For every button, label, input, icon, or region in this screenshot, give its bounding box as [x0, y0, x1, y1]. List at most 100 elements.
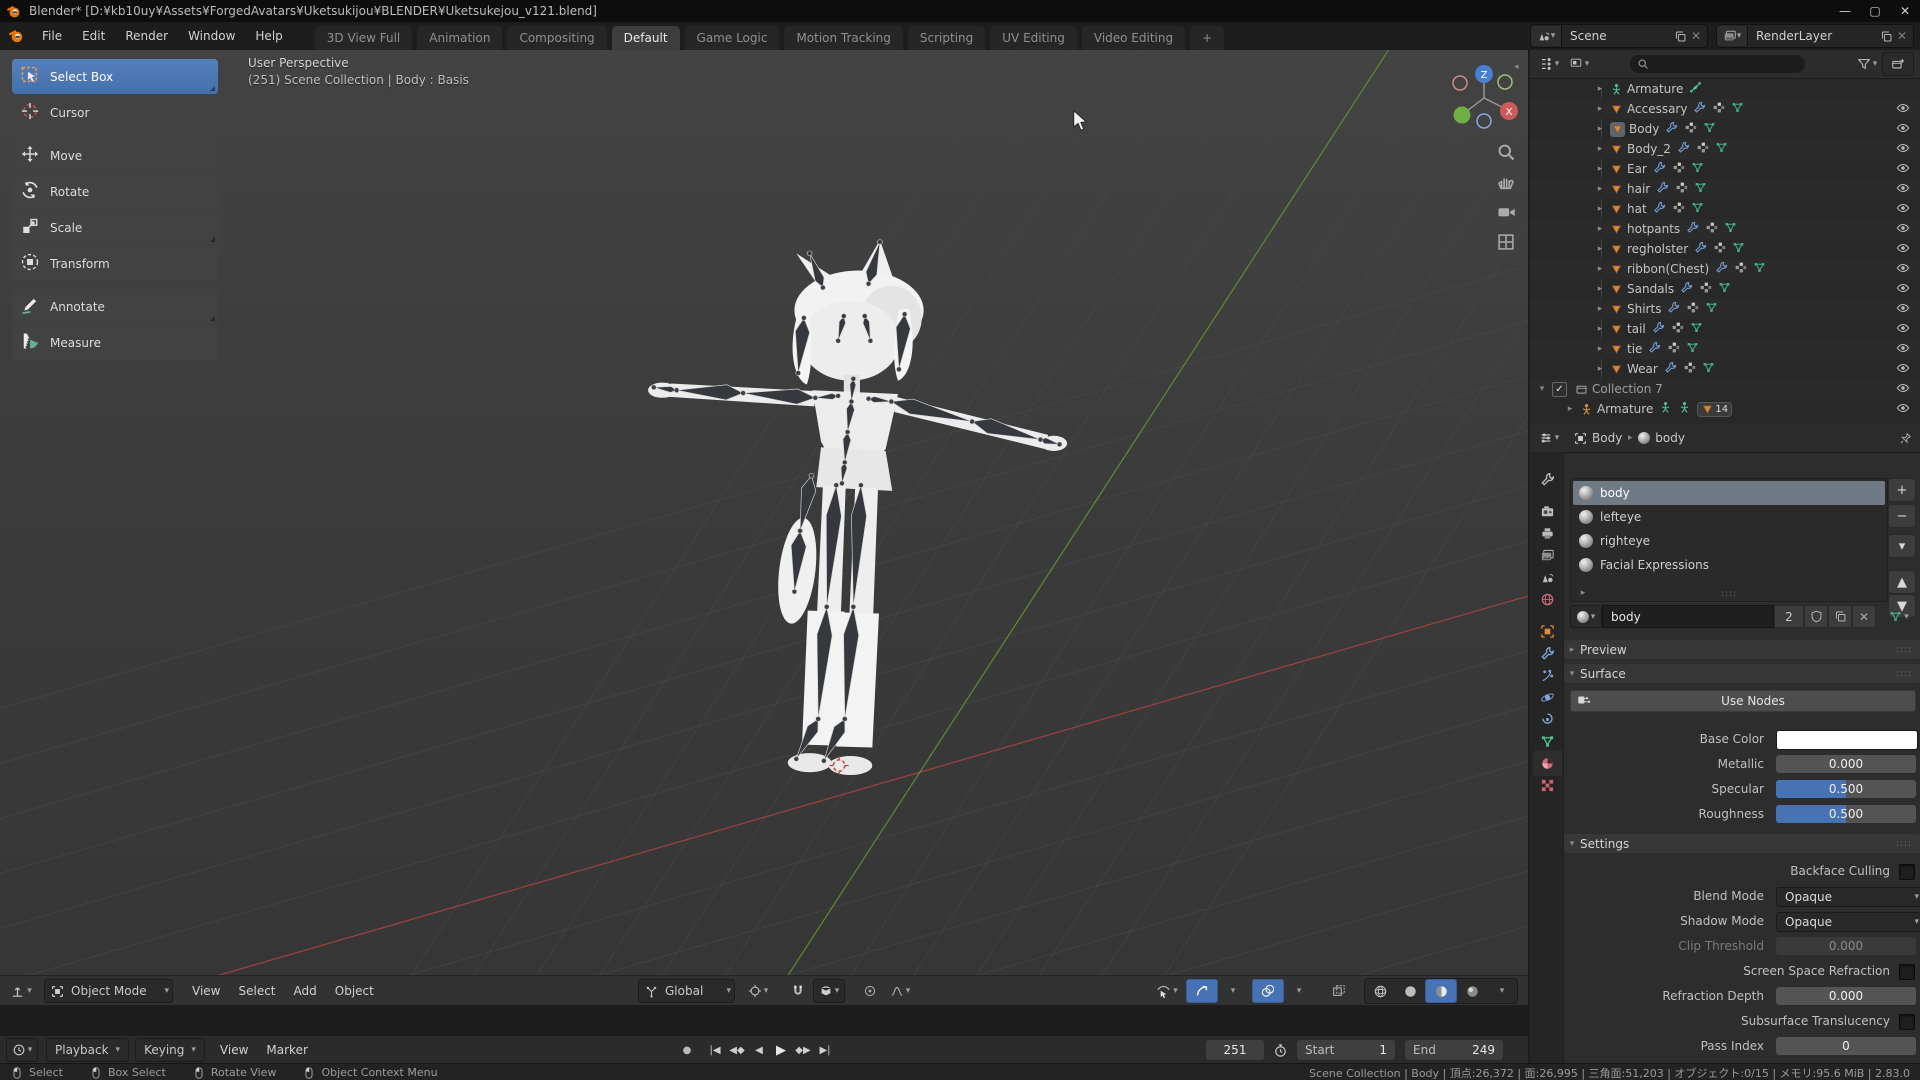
jump-last-button[interactable]: ▶| [814, 1040, 836, 1060]
tool-measure[interactable]: Measure [12, 325, 218, 360]
eye-icon[interactable] [1896, 201, 1910, 215]
browse-material-icon[interactable]: ▾ [1570, 605, 1602, 628]
section-settings[interactable]: ▾Settings:::: [1564, 834, 1920, 853]
prop-field-metallic[interactable]: 0.000 [1776, 755, 1916, 773]
editor-type-properties-icon[interactable]: ▾ [1534, 427, 1564, 449]
wrench-icon[interactable] [1693, 101, 1706, 114]
expand-arrow-icon[interactable]: ▸ [1594, 304, 1606, 314]
vgroup-icon[interactable] [1713, 241, 1726, 254]
editor-type-outliner-icon[interactable]: ▾ [1534, 53, 1564, 75]
prop-field-roughness[interactable]: 0.500 [1776, 805, 1916, 823]
wrench-icon[interactable] [1715, 261, 1728, 274]
eye-icon[interactable] [1896, 141, 1910, 155]
snap-toggle-icon[interactable] [783, 980, 813, 1002]
frame-end-field[interactable]: End 249 [1404, 1039, 1504, 1061]
shading-dropdown[interactable]: ▾ [1487, 980, 1517, 1002]
section-preview[interactable]: ▸Preview:::: [1564, 640, 1920, 659]
wrench-icon[interactable] [1653, 201, 1666, 214]
outliner-row-armature[interactable]: ▸Armature [1530, 79, 1920, 99]
new-collection-icon[interactable] [1882, 52, 1914, 76]
new-material-button[interactable] [1828, 605, 1852, 628]
section-surface[interactable]: ▾Surface:::: [1564, 664, 1920, 683]
material-name-field[interactable]: body [1602, 605, 1774, 628]
outliner-item-name[interactable]: Wear [1627, 362, 1658, 376]
viewport-3d[interactable]: User Perspective (251) Scene Collection … [0, 50, 1528, 1005]
eye-icon[interactable] [1896, 361, 1910, 375]
expand-arrow-icon[interactable]: ▸ [1564, 404, 1576, 414]
meshdata-icon[interactable] [1703, 121, 1716, 134]
eye-icon[interactable] [1896, 341, 1910, 355]
outliner-row-tie[interactable]: ▸tie [1530, 339, 1920, 359]
eye-icon[interactable] [1896, 321, 1910, 335]
expand-arrow-icon[interactable]: ▸ [1594, 344, 1606, 354]
vgroup-icon[interactable] [1672, 161, 1685, 174]
visibility-dropdown[interactable]: ▾ [1152, 980, 1182, 1002]
outliner-item-name[interactable]: Body_2 [1627, 142, 1671, 156]
expand-arrow-icon[interactable]: ▾ [1536, 384, 1548, 394]
vgroup-icon[interactable] [1675, 181, 1688, 194]
filter-dropdown[interactable]: ▾ [1852, 53, 1882, 75]
current-frame-field[interactable]: 251 [1205, 1039, 1265, 1061]
sidebar-collapse-icon[interactable]: ◂ [1514, 62, 1519, 72]
renderlayer-icon[interactable]: ▾ [1717, 26, 1748, 46]
outliner-row-sandals[interactable]: ▸Sandals [1530, 279, 1920, 299]
outliner-item-name[interactable]: regholster [1627, 242, 1688, 256]
vgroup-icon[interactable] [1699, 281, 1712, 294]
app-menu-button[interactable] [0, 23, 32, 49]
grip-handle[interactable]: :::: [1721, 589, 1879, 599]
play-button[interactable]: ▶ [770, 1040, 792, 1060]
outliner-item-name[interactable]: Armature [1627, 82, 1683, 96]
workspace-tab-default[interactable]: Default [612, 26, 680, 50]
pan-hand-icon[interactable] [1496, 172, 1516, 192]
checkbox-backface-culling[interactable] [1899, 864, 1915, 880]
use-nodes-button[interactable]: Use Nodes [1570, 690, 1916, 712]
tool-move[interactable]: Move [12, 138, 218, 173]
renderlayer-selector[interactable]: ▾ RenderLayer ✕ [1716, 24, 1914, 48]
meshdata-icon[interactable] [1702, 361, 1715, 374]
menu-edit[interactable]: Edit [72, 23, 115, 49]
timeline-menu-keying[interactable]: Keying▾ [135, 1038, 205, 1062]
pin-icon[interactable] [1899, 432, 1912, 445]
expand-arrow-icon[interactable]: ▸ [1594, 164, 1606, 174]
meshdata-icon[interactable] [1753, 261, 1766, 274]
expand-arrow-icon[interactable]: ▸ [1594, 224, 1606, 234]
outliner-row-ribbon-chest-[interactable]: ▸ribbon(Chest) [1530, 259, 1920, 279]
jump-first-button[interactable]: |◀ [704, 1040, 726, 1060]
expand-arrow-icon[interactable]: ▸ [1594, 284, 1606, 294]
slot-specials-button[interactable]: ▾ [1888, 534, 1916, 558]
wrench-icon[interactable] [1677, 141, 1690, 154]
material-slot-body[interactable]: body [1573, 481, 1885, 505]
field-pass-index[interactable]: 0 [1776, 1037, 1916, 1055]
outliner-row-body-2[interactable]: ▸Body_2 [1530, 139, 1920, 159]
wrench-icon[interactable] [1686, 221, 1699, 234]
display-mode-dropdown[interactable]: ▾ [1564, 53, 1594, 75]
camera-view-icon[interactable] [1496, 202, 1516, 222]
tool-select-box[interactable]: Select Box [12, 59, 218, 94]
xray-toggle-icon[interactable] [1324, 980, 1354, 1002]
slot-move-up-button[interactable]: ▲ [1888, 570, 1916, 594]
workspace-tab-compositing[interactable]: Compositing [507, 26, 606, 50]
workspace-tab-video-editing[interactable]: Video Editing [1082, 26, 1185, 50]
outliner-row-wear[interactable]: ▸Wear [1530, 359, 1920, 379]
outliner-item-name[interactable]: Armature [1597, 402, 1653, 416]
wrench-icon[interactable] [1665, 121, 1678, 134]
outliner-row-body[interactable]: ▸Body [1530, 119, 1920, 139]
vgroup-icon[interactable] [1686, 301, 1699, 314]
new-scene-icon[interactable] [1674, 30, 1687, 43]
outliner-row-hat[interactable]: ▸hat [1530, 199, 1920, 219]
pose-icon[interactable] [1678, 401, 1691, 414]
outliner-item-name[interactable]: tail [1627, 322, 1646, 336]
workspace-tab-game-logic[interactable]: Game Logic [685, 26, 780, 50]
outliner-item-name[interactable]: Collection 7 [1592, 382, 1663, 396]
vgroup-icon[interactable] [1734, 261, 1747, 274]
eye-icon[interactable] [1896, 261, 1910, 275]
shading-rendered-button[interactable] [1457, 980, 1487, 1002]
breadcrumb-material[interactable]: body [1655, 431, 1685, 445]
outliner-search-input[interactable] [1630, 55, 1805, 73]
eye-icon[interactable] [1896, 301, 1910, 315]
outliner-item-name[interactable]: hair [1627, 182, 1650, 196]
outliner-row-shirts[interactable]: ▸Shirts [1530, 299, 1920, 319]
meshdata-icon[interactable] [1694, 181, 1707, 194]
viewport-menu-view[interactable]: View [183, 979, 229, 1003]
outliner-row-tail[interactable]: ▸tail [1530, 319, 1920, 339]
